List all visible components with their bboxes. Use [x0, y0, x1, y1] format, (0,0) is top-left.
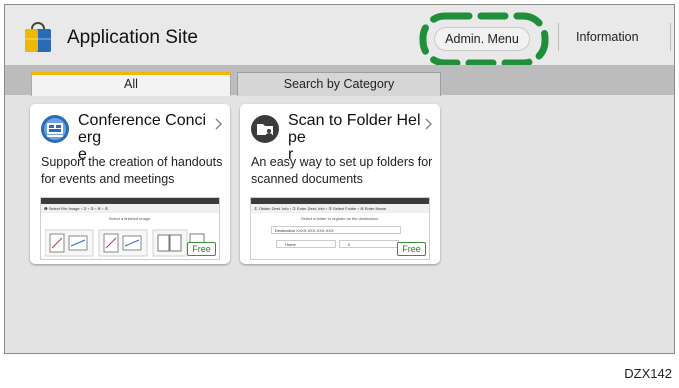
app-card-conference-concierge[interactable]: Conference Concierg e Support the creati… [30, 104, 230, 264]
preview-destination-value: \\XXX.XXX.XXX.XXX [296, 228, 334, 233]
preview-folder-label: 0 [348, 242, 351, 247]
header-divider [670, 23, 671, 51]
card-preview-image: ❶ Select File Image › ② › ③ › ④ › ⑤ Sele… [40, 197, 220, 260]
preview-folder-label: Home [285, 242, 296, 247]
card-title-line: Conference Concierg [78, 112, 207, 146]
free-badge: Free [187, 242, 216, 256]
card-preview-image: ① Obtain Dest. Info › ② Enter Dest. Info… [250, 197, 430, 260]
chevron-right-icon[interactable] [425, 118, 433, 130]
card-description: An easy way to set up folders for scanne… [251, 154, 436, 188]
tab-bar: All Search by Category [5, 65, 674, 96]
header-bar: Application Site Admin. Menu Information [5, 5, 674, 67]
header-divider [558, 23, 559, 51]
preview-steps: ❶ Select File Image › ② › ③ › ④ › ⑤ [41, 204, 219, 213]
app-screen: Application Site Admin. Menu Information… [4, 4, 675, 354]
free-badge: Free [397, 242, 426, 256]
information-button[interactable]: Information [576, 30, 639, 44]
preview-caption: Select a folder to register as the desti… [300, 216, 380, 221]
preview-folder-item: Home [276, 240, 336, 248]
tab-search-by-category[interactable]: Search by Category [237, 72, 441, 96]
app-card-scan-to-folder-helper[interactable]: Scan to Folder Helpe r An easy way to se… [240, 104, 440, 264]
chevron-right-icon[interactable] [215, 118, 223, 130]
card-description-line: Support the creation of handouts [41, 155, 223, 169]
preview-destination-label: Destination [275, 228, 296, 233]
card-description-line: scanned documents [251, 172, 363, 186]
figure-code: DZX142 [624, 366, 672, 381]
preview-steps: ① Obtain Dest. Info › ② Enter Dest. Info… [251, 204, 429, 213]
presentation-board-icon [41, 115, 69, 143]
card-description-line: An easy way to set up folders for [251, 155, 433, 169]
folder-user-icon [251, 115, 279, 143]
shopping-bag-icon [25, 22, 51, 52]
card-title-line: Scan to Folder Helpe [288, 112, 421, 146]
preview-caption: Select a finished image. [108, 216, 152, 221]
card-description: Support the creation of handouts for eve… [41, 154, 226, 188]
admin-menu-button[interactable]: Admin. Menu [434, 27, 530, 51]
preview-folder-item: 0 [339, 240, 399, 248]
card-description-line: for events and meetings [41, 172, 175, 186]
tab-all[interactable]: All [31, 72, 231, 96]
preview-destination-field: Destination \\XXX.XXX.XXX.XXX [271, 226, 401, 234]
app-title: Application Site [67, 27, 198, 48]
